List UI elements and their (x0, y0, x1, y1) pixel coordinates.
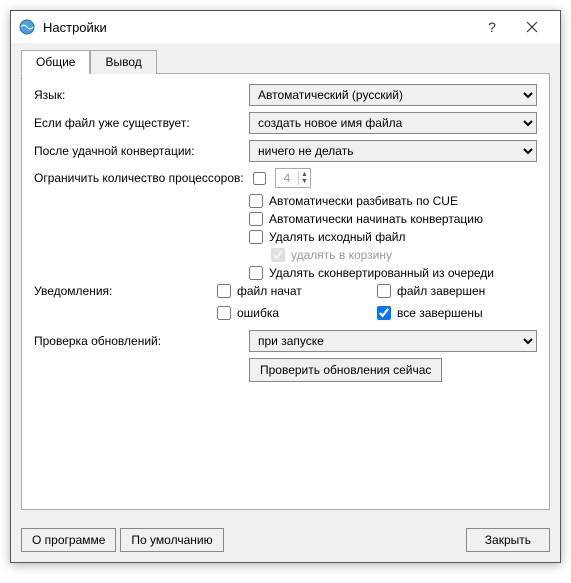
checkbox-limit-cpu[interactable] (253, 172, 266, 185)
button-check-updates[interactable]: Проверить обновления сейчас (249, 358, 442, 382)
settings-window: Настройки ? Общие Вывод Язык: Автоматиче… (10, 10, 561, 563)
label-delete-trash: удалять в корзину (291, 248, 392, 262)
select-language[interactable]: Автоматический (русский) (249, 84, 537, 106)
select-if-exists[interactable]: создать новое имя файла (249, 112, 537, 134)
label-remove-queued: Удалять сконвертированный из очереди (269, 266, 494, 280)
checkbox-all-done[interactable] (377, 306, 391, 320)
app-icon (19, 19, 35, 35)
label-delete-src: Удалять исходный файл (269, 230, 405, 244)
close-window-button[interactable] (512, 11, 552, 43)
checkbox-split-cue[interactable] (249, 194, 263, 208)
tab-output[interactable]: Вывод (90, 50, 156, 74)
cpu-count-value: 4 (276, 171, 298, 185)
checkbox-remove-queued[interactable] (249, 266, 263, 280)
button-close[interactable]: Закрыть (466, 528, 550, 552)
label-updates: Проверка обновлений: (34, 334, 249, 348)
tabs: Общие Вывод (21, 49, 550, 74)
checkbox-error[interactable] (217, 306, 231, 320)
checkbox-delete-trash (271, 248, 285, 262)
checkbox-auto-start[interactable] (249, 212, 263, 226)
button-defaults[interactable]: По умолчанию (120, 528, 223, 552)
checkbox-file-finished[interactable] (377, 284, 391, 298)
footer: О программе По умолчанию Закрыть (11, 520, 560, 562)
checkbox-delete-src[interactable] (249, 230, 263, 244)
window-title: Настройки (43, 20, 472, 35)
select-updates[interactable]: при запуске (249, 330, 537, 352)
label-error: ошибка (237, 306, 279, 320)
label-file-started: файл начат (237, 284, 302, 298)
label-after-convert: После удачной конвертации: (34, 144, 249, 158)
label-notifications: Уведомления: (34, 284, 217, 298)
help-button[interactable]: ? (472, 11, 512, 43)
spinner-cpu-count[interactable]: 4 ▲▼ (275, 168, 311, 188)
content: Общие Вывод Язык: Автоматический (русски… (11, 43, 560, 520)
select-after-convert[interactable]: ничего не делать (249, 140, 537, 162)
titlebar-buttons: ? (472, 11, 552, 43)
label-if-exists: Если файл уже существует: (34, 116, 249, 130)
titlebar: Настройки ? (11, 11, 560, 43)
tab-general[interactable]: Общие (21, 50, 90, 74)
label-file-finished: файл завершен (397, 284, 485, 298)
label-all-done: все завершены (397, 306, 483, 320)
label-split-cue: Автоматически разбивать по CUE (269, 194, 458, 208)
label-language: Язык: (34, 88, 249, 102)
label-limit-cpu: Ограничить количество процессоров: (34, 171, 249, 185)
button-about[interactable]: О программе (21, 528, 116, 552)
spinner-arrows[interactable]: ▲▼ (298, 171, 310, 185)
label-auto-start: Автоматически начинать конвертацию (269, 212, 483, 226)
tab-body-general: Язык: Автоматический (русский) Если файл… (21, 74, 550, 510)
checkbox-file-started[interactable] (217, 284, 231, 298)
